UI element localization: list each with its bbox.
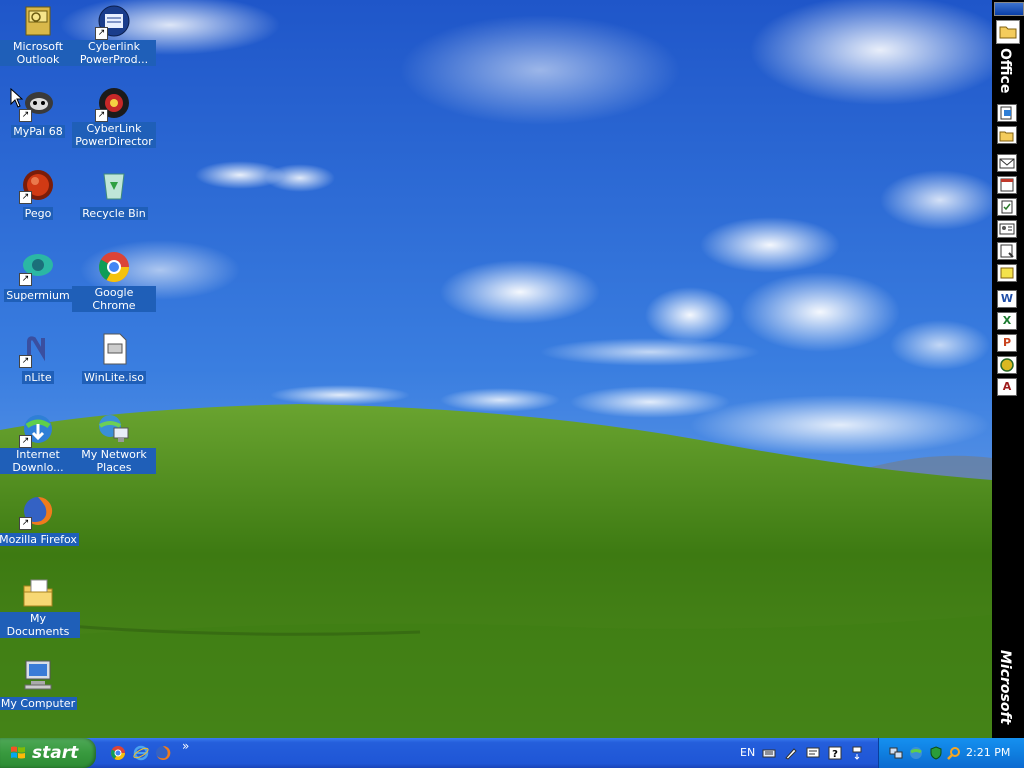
new-appointment-icon[interactable] bbox=[997, 176, 1017, 194]
desktop-icon-recycle-bin[interactable]: Recycle Bin bbox=[72, 168, 156, 221]
outlook-icon bbox=[21, 4, 55, 38]
access-icon[interactable]: A bbox=[997, 378, 1017, 396]
shortcut-arrow-icon: ↗ bbox=[95, 27, 108, 40]
desktop-icon-label: Supermium bbox=[4, 289, 72, 302]
language-indicator[interactable]: EN bbox=[740, 746, 755, 759]
publisher-icon[interactable] bbox=[997, 356, 1017, 374]
desktop-icon-label: My Computer bbox=[0, 697, 78, 710]
language-bar-restore-icon[interactable] bbox=[850, 746, 864, 760]
desktop-icon-label: My Documents bbox=[0, 612, 80, 638]
quicklaunch-firefox-icon[interactable] bbox=[155, 745, 171, 761]
supermium-icon: ↗ bbox=[19, 250, 55, 286]
new-task-icon[interactable] bbox=[997, 198, 1017, 216]
search-icon[interactable] bbox=[947, 746, 961, 760]
desktop-icon-label: Microsoft Outlook bbox=[0, 40, 80, 66]
desktop-icon-label: Pego bbox=[22, 207, 54, 220]
chrome-icon bbox=[97, 250, 131, 284]
new-note-icon[interactable] bbox=[997, 264, 1017, 282]
taskbar: start » EN ? 2:21 PM bbox=[0, 738, 1024, 768]
desktop-icon-label: nLite bbox=[22, 371, 54, 384]
my-computer-icon bbox=[21, 658, 55, 692]
desktop-icon-label: Cyberlink PowerProd... bbox=[72, 40, 156, 66]
shortcut-arrow-icon: ↗ bbox=[19, 517, 32, 530]
desktop-icon-label: WinLite.iso bbox=[82, 371, 146, 384]
quicklaunch-chevron[interactable]: » bbox=[182, 739, 189, 753]
cyberlink-powerproducer-icon: ↗ bbox=[95, 4, 131, 40]
excel-icon[interactable]: X bbox=[997, 312, 1017, 330]
desktop-icon-label: Recycle Bin bbox=[80, 207, 148, 220]
desktop-icon-my-network-places[interactable]: My Network Places bbox=[72, 412, 156, 475]
shortcut-arrow-icon: ↗ bbox=[19, 273, 32, 286]
desktop-icon-cyberlink-powerproducer[interactable]: ↗ Cyberlink PowerProd... bbox=[72, 4, 156, 67]
desktop-icon-label: MyPal 68 bbox=[11, 125, 65, 138]
internet-download-manager-icon: ↗ bbox=[19, 412, 55, 448]
iso-file-icon bbox=[97, 332, 131, 366]
desktop-icon-mozilla-firefox[interactable]: ↗ Mozilla Firefox bbox=[0, 494, 80, 547]
desktop-icon-google-chrome[interactable]: Google Chrome bbox=[72, 250, 156, 313]
desktop-icon-nlite[interactable]: ↗ nLite bbox=[0, 332, 80, 385]
office-bar-titlebar[interactable] bbox=[994, 2, 1024, 16]
security-shield-icon[interactable] bbox=[929, 746, 943, 760]
pego-icon: ↗ bbox=[19, 168, 55, 204]
keyboard-icon[interactable] bbox=[762, 746, 776, 760]
desktop-icon-microsoft-outlook[interactable]: Microsoft Outlook bbox=[0, 4, 80, 67]
new-office-document-icon[interactable] bbox=[997, 104, 1017, 122]
office-shortcut-bar: Office W X P A Microsoft bbox=[992, 0, 1024, 738]
desktop-icon-label: Internet Downlo... bbox=[0, 448, 80, 474]
desktop-icon-pego[interactable]: ↗ Pego bbox=[0, 168, 80, 221]
cyberlink-powerdirector-icon: ↗ bbox=[95, 86, 131, 122]
desktop-icon-label: My Network Places bbox=[72, 448, 156, 474]
shortcut-arrow-icon: ↗ bbox=[19, 435, 32, 448]
shortcut-arrow-icon: ↗ bbox=[95, 109, 108, 122]
nlite-icon: ↗ bbox=[19, 332, 55, 368]
new-contact-icon[interactable] bbox=[997, 220, 1017, 238]
mypal-icon: ↗ bbox=[19, 86, 55, 122]
clock[interactable]: 2:21 PM bbox=[966, 746, 1010, 759]
windows-logo-icon bbox=[11, 746, 25, 759]
desktop-icon-supermium[interactable]: ↗ Supermium bbox=[0, 250, 80, 303]
desktop-icon-cyberlink-powerdirector[interactable]: ↗ CyberLink PowerDirector bbox=[72, 86, 156, 149]
start-button[interactable]: start bbox=[0, 738, 96, 768]
my-documents-icon bbox=[21, 576, 55, 610]
help-icon[interactable]: ? bbox=[828, 746, 842, 760]
start-label: start bbox=[32, 743, 79, 763]
recycle-bin-icon bbox=[97, 168, 131, 202]
shortcut-arrow-icon: ↗ bbox=[19, 109, 32, 122]
desktop-icon-my-documents[interactable]: My Documents bbox=[0, 576, 80, 639]
new-journal-entry-icon[interactable] bbox=[997, 242, 1017, 260]
desktop-icon-my-computer[interactable]: My Computer bbox=[0, 658, 80, 711]
firefox-icon: ↗ bbox=[19, 494, 55, 530]
quicklaunch-chrome-icon[interactable] bbox=[110, 745, 126, 761]
network-places-icon bbox=[97, 412, 131, 446]
shortcut-arrow-icon: ↗ bbox=[19, 355, 32, 368]
desktop-icon-internet-download-manager[interactable]: ↗ Internet Downlo... bbox=[0, 412, 80, 475]
desktop: Microsoft Outlook ↗ Cyberlink PowerProd.… bbox=[0, 0, 992, 738]
word-icon[interactable]: W bbox=[997, 290, 1017, 308]
mouse-cursor-icon bbox=[10, 88, 24, 108]
shortcut-arrow-icon: ↗ bbox=[19, 191, 32, 204]
new-message-icon[interactable] bbox=[997, 154, 1017, 172]
office-bar-folder-icon[interactable] bbox=[996, 20, 1020, 44]
open-office-document-icon[interactable] bbox=[997, 126, 1017, 144]
powerpoint-icon[interactable]: P bbox=[997, 334, 1017, 352]
office-bar-brand: Microsoft bbox=[997, 650, 1013, 725]
desktop-icon-label: Google Chrome bbox=[72, 286, 156, 312]
desktop-icon-label: CyberLink PowerDirector bbox=[72, 122, 156, 148]
globe-update-icon[interactable] bbox=[909, 746, 923, 760]
desktop-icon-label: Mozilla Firefox bbox=[0, 533, 79, 546]
quicklaunch-internet-explorer-icon[interactable] bbox=[133, 745, 149, 761]
svg-text:?: ? bbox=[832, 749, 838, 760]
office-bar-title: Office bbox=[997, 48, 1013, 94]
language-bar-options-icon[interactable] bbox=[806, 746, 820, 760]
pen-icon[interactable] bbox=[784, 746, 798, 760]
network-connection-icon[interactable] bbox=[889, 746, 903, 760]
desktop-icon-winlite-iso[interactable]: WinLite.iso bbox=[72, 332, 156, 385]
